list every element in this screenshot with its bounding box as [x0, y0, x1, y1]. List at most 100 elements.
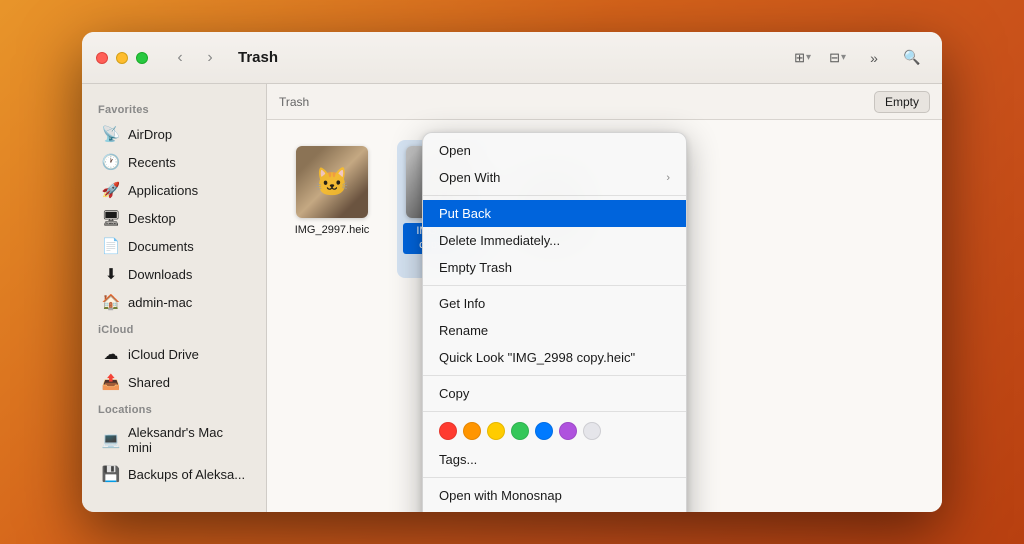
- ctx-set-desktop[interactable]: Set Desktop Picture: [423, 509, 686, 512]
- ctx-separator-2: [423, 285, 686, 286]
- icon-view-button[interactable]: ⊞ ▾: [788, 44, 817, 72]
- back-button[interactable]: ‹: [166, 44, 194, 72]
- ctx-put-back-label: Put Back: [439, 206, 670, 221]
- sidebar-label-recents: Recents: [128, 155, 176, 170]
- ctx-separator-1: [423, 195, 686, 196]
- ctx-empty-trash[interactable]: Empty Trash: [423, 254, 686, 281]
- ctx-get-info-label: Get Info: [439, 296, 670, 311]
- sidebar-label-airdrop: AirDrop: [128, 127, 172, 142]
- sidebar-item-shared[interactable]: 📤 Shared: [86, 368, 262, 396]
- ctx-separator-4: [423, 411, 686, 412]
- tag-purple[interactable]: [559, 422, 577, 440]
- sidebar-label-mac-mini: Aleksandr's Mac mini: [128, 425, 246, 455]
- ctx-open[interactable]: Open: [423, 137, 686, 164]
- shared-icon: 📤: [102, 373, 120, 391]
- view-chevron-icon: ▾: [806, 52, 811, 63]
- sidebar-label-downloads: Downloads: [128, 267, 192, 282]
- finder-window: ‹ › Trash ⊞ ▾ ⊟ ▾ » 🔍 Favorites 📡 AirDro…: [82, 32, 942, 512]
- backups-icon: 💾: [102, 465, 120, 483]
- close-button[interactable]: [96, 52, 108, 64]
- ctx-delete-immediately-label: Delete Immediately...: [439, 233, 670, 248]
- sidebar-label-backups: Backups of Aleksa...: [128, 467, 245, 482]
- sidebar-label-icloud-drive: iCloud Drive: [128, 347, 199, 362]
- ctx-open-monosnap-label: Open with Monosnap: [439, 488, 670, 503]
- ctx-open-monosnap[interactable]: Open with Monosnap: [423, 482, 686, 509]
- ctx-open-label: Open: [439, 143, 670, 158]
- ctx-open-with[interactable]: Open With ›: [423, 164, 686, 191]
- ctx-copy-label: Copy: [439, 386, 670, 401]
- tag-blue[interactable]: [535, 422, 553, 440]
- sidebar-item-downloads[interactable]: ⬇ Downloads: [86, 260, 262, 288]
- home-icon: 🏠: [102, 293, 120, 311]
- ctx-get-info[interactable]: Get Info: [423, 290, 686, 317]
- icon-view-icon: ⊞: [794, 50, 805, 66]
- sidebar-item-recents[interactable]: 🕐 Recents: [86, 148, 262, 176]
- sidebar-label-desktop: Desktop: [128, 211, 176, 226]
- ctx-empty-trash-label: Empty Trash: [439, 260, 670, 275]
- ctx-put-back[interactable]: Put Back: [423, 200, 686, 227]
- title-bar: ‹ › Trash ⊞ ▾ ⊟ ▾ » 🔍: [82, 32, 942, 84]
- sidebar-label-admin-mac: admin-mac: [128, 295, 192, 310]
- path-label: Trash: [279, 95, 868, 109]
- tag-gray[interactable]: [583, 422, 601, 440]
- tag-red[interactable]: [439, 422, 457, 440]
- downloads-icon: ⬇: [102, 265, 120, 283]
- grid-view-icon: ⊟: [829, 50, 840, 66]
- ctx-quick-look-label: Quick Look "IMG_2998 copy.heic": [439, 350, 670, 365]
- ctx-tags[interactable]: Tags...: [423, 446, 686, 473]
- finder-toolbar: Trash Empty: [267, 84, 942, 120]
- sidebar-item-icloud-drive[interactable]: ☁ iCloud Drive: [86, 340, 262, 368]
- ctx-separator-3: [423, 375, 686, 376]
- content-area: Favorites 📡 AirDrop 🕐 Recents 🚀 Applicat…: [82, 84, 942, 512]
- ctx-delete-immediately[interactable]: Delete Immediately...: [423, 227, 686, 254]
- locations-section-label: Locations: [82, 396, 266, 420]
- grid-chevron-icon: ▾: [841, 52, 846, 63]
- tag-yellow[interactable]: [487, 422, 505, 440]
- more-button[interactable]: »: [858, 44, 890, 72]
- ctx-copy[interactable]: Copy: [423, 380, 686, 407]
- forward-button[interactable]: ›: [196, 44, 224, 72]
- ctx-rename[interactable]: Rename: [423, 317, 686, 344]
- file-item-img2997[interactable]: IMG_2997.heic: [287, 140, 377, 278]
- ctx-open-with-label: Open With: [439, 170, 666, 185]
- minimize-button[interactable]: [116, 52, 128, 64]
- file-name-img2997: IMG_2997.heic: [295, 223, 370, 237]
- favorites-section-label: Favorites: [82, 96, 266, 120]
- sidebar-item-documents[interactable]: 📄 Documents: [86, 232, 262, 260]
- sidebar: Favorites 📡 AirDrop 🕐 Recents 🚀 Applicat…: [82, 84, 267, 512]
- traffic-lights: [96, 52, 148, 64]
- context-menu: Open Open With › Put Back Delete Immedia…: [422, 132, 687, 512]
- open-with-chevron-icon: ›: [666, 172, 670, 184]
- sidebar-item-admin-mac[interactable]: 🏠 admin-mac: [86, 288, 262, 316]
- sidebar-item-backups[interactable]: 💾 Backups of Aleksa...: [86, 460, 262, 488]
- sidebar-label-applications: Applications: [128, 183, 198, 198]
- recents-icon: 🕐: [102, 153, 120, 171]
- mac-mini-icon: 💻: [102, 431, 120, 449]
- sidebar-label-shared: Shared: [128, 375, 170, 390]
- main-area: Trash Empty IMG_2997.heic IMG_2998 copy.…: [267, 84, 942, 512]
- sidebar-item-desktop[interactable]: 🖥 Desktop: [86, 204, 262, 232]
- tag-orange[interactable]: [463, 422, 481, 440]
- fullscreen-button[interactable]: [136, 52, 148, 64]
- search-button[interactable]: 🔍: [896, 44, 928, 72]
- tag-green[interactable]: [511, 422, 529, 440]
- empty-button[interactable]: Empty: [874, 91, 930, 113]
- toolbar-right: ⊞ ▾ ⊟ ▾ » 🔍: [788, 44, 928, 72]
- desktop-icon: 🖥: [102, 209, 120, 227]
- sidebar-item-mac-mini[interactable]: 💻 Aleksandr's Mac mini: [86, 420, 262, 460]
- documents-icon: 📄: [102, 237, 120, 255]
- tags-row: [423, 416, 686, 446]
- ctx-separator-5: [423, 477, 686, 478]
- sidebar-item-applications[interactable]: 🚀 Applications: [86, 176, 262, 204]
- ctx-quick-look[interactable]: Quick Look "IMG_2998 copy.heic": [423, 344, 686, 371]
- grid-view-button[interactable]: ⊟ ▾: [823, 44, 852, 72]
- applications-icon: 🚀: [102, 181, 120, 199]
- window-title: Trash: [238, 49, 780, 66]
- sidebar-item-airdrop[interactable]: 📡 AirDrop: [86, 120, 262, 148]
- airdrop-icon: 📡: [102, 125, 120, 143]
- ctx-rename-label: Rename: [439, 323, 670, 338]
- file-thumb-img2997: [296, 146, 368, 218]
- icloud-section-label: iCloud: [82, 316, 266, 340]
- icloud-drive-icon: ☁: [102, 345, 120, 363]
- nav-buttons: ‹ ›: [166, 44, 224, 72]
